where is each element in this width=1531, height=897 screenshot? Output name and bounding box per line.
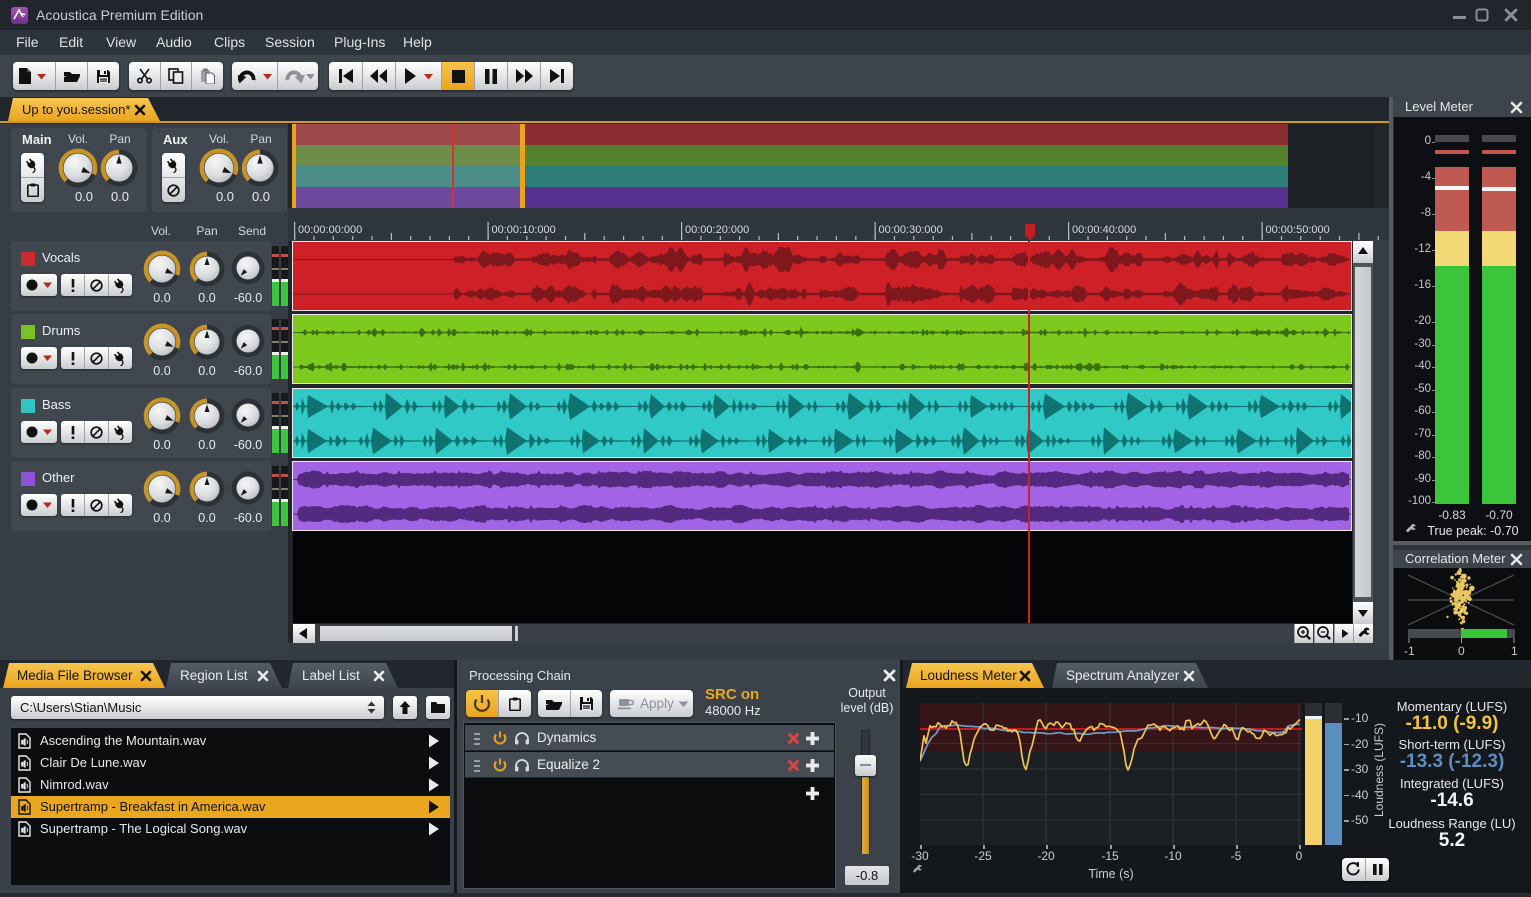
svg-text:00:00:00:000: 00:00:00:000 <box>298 224 362 236</box>
svg-text:00:00:10:000: 00:00:10:000 <box>492 224 556 236</box>
svg-text:00:00:50:000: 00:00:50:000 <box>1266 224 1330 236</box>
svg-text:00:00:40:000: 00:00:40:000 <box>1072 224 1136 236</box>
svg-text:00:00:20:000: 00:00:20:000 <box>685 224 749 236</box>
svg-text:0: 0 <box>1458 644 1465 658</box>
svg-text:00:00:30:000: 00:00:30:000 <box>879 224 943 236</box>
svg-text:-1: -1 <box>1404 644 1415 658</box>
svg-text:1: 1 <box>1511 644 1518 658</box>
